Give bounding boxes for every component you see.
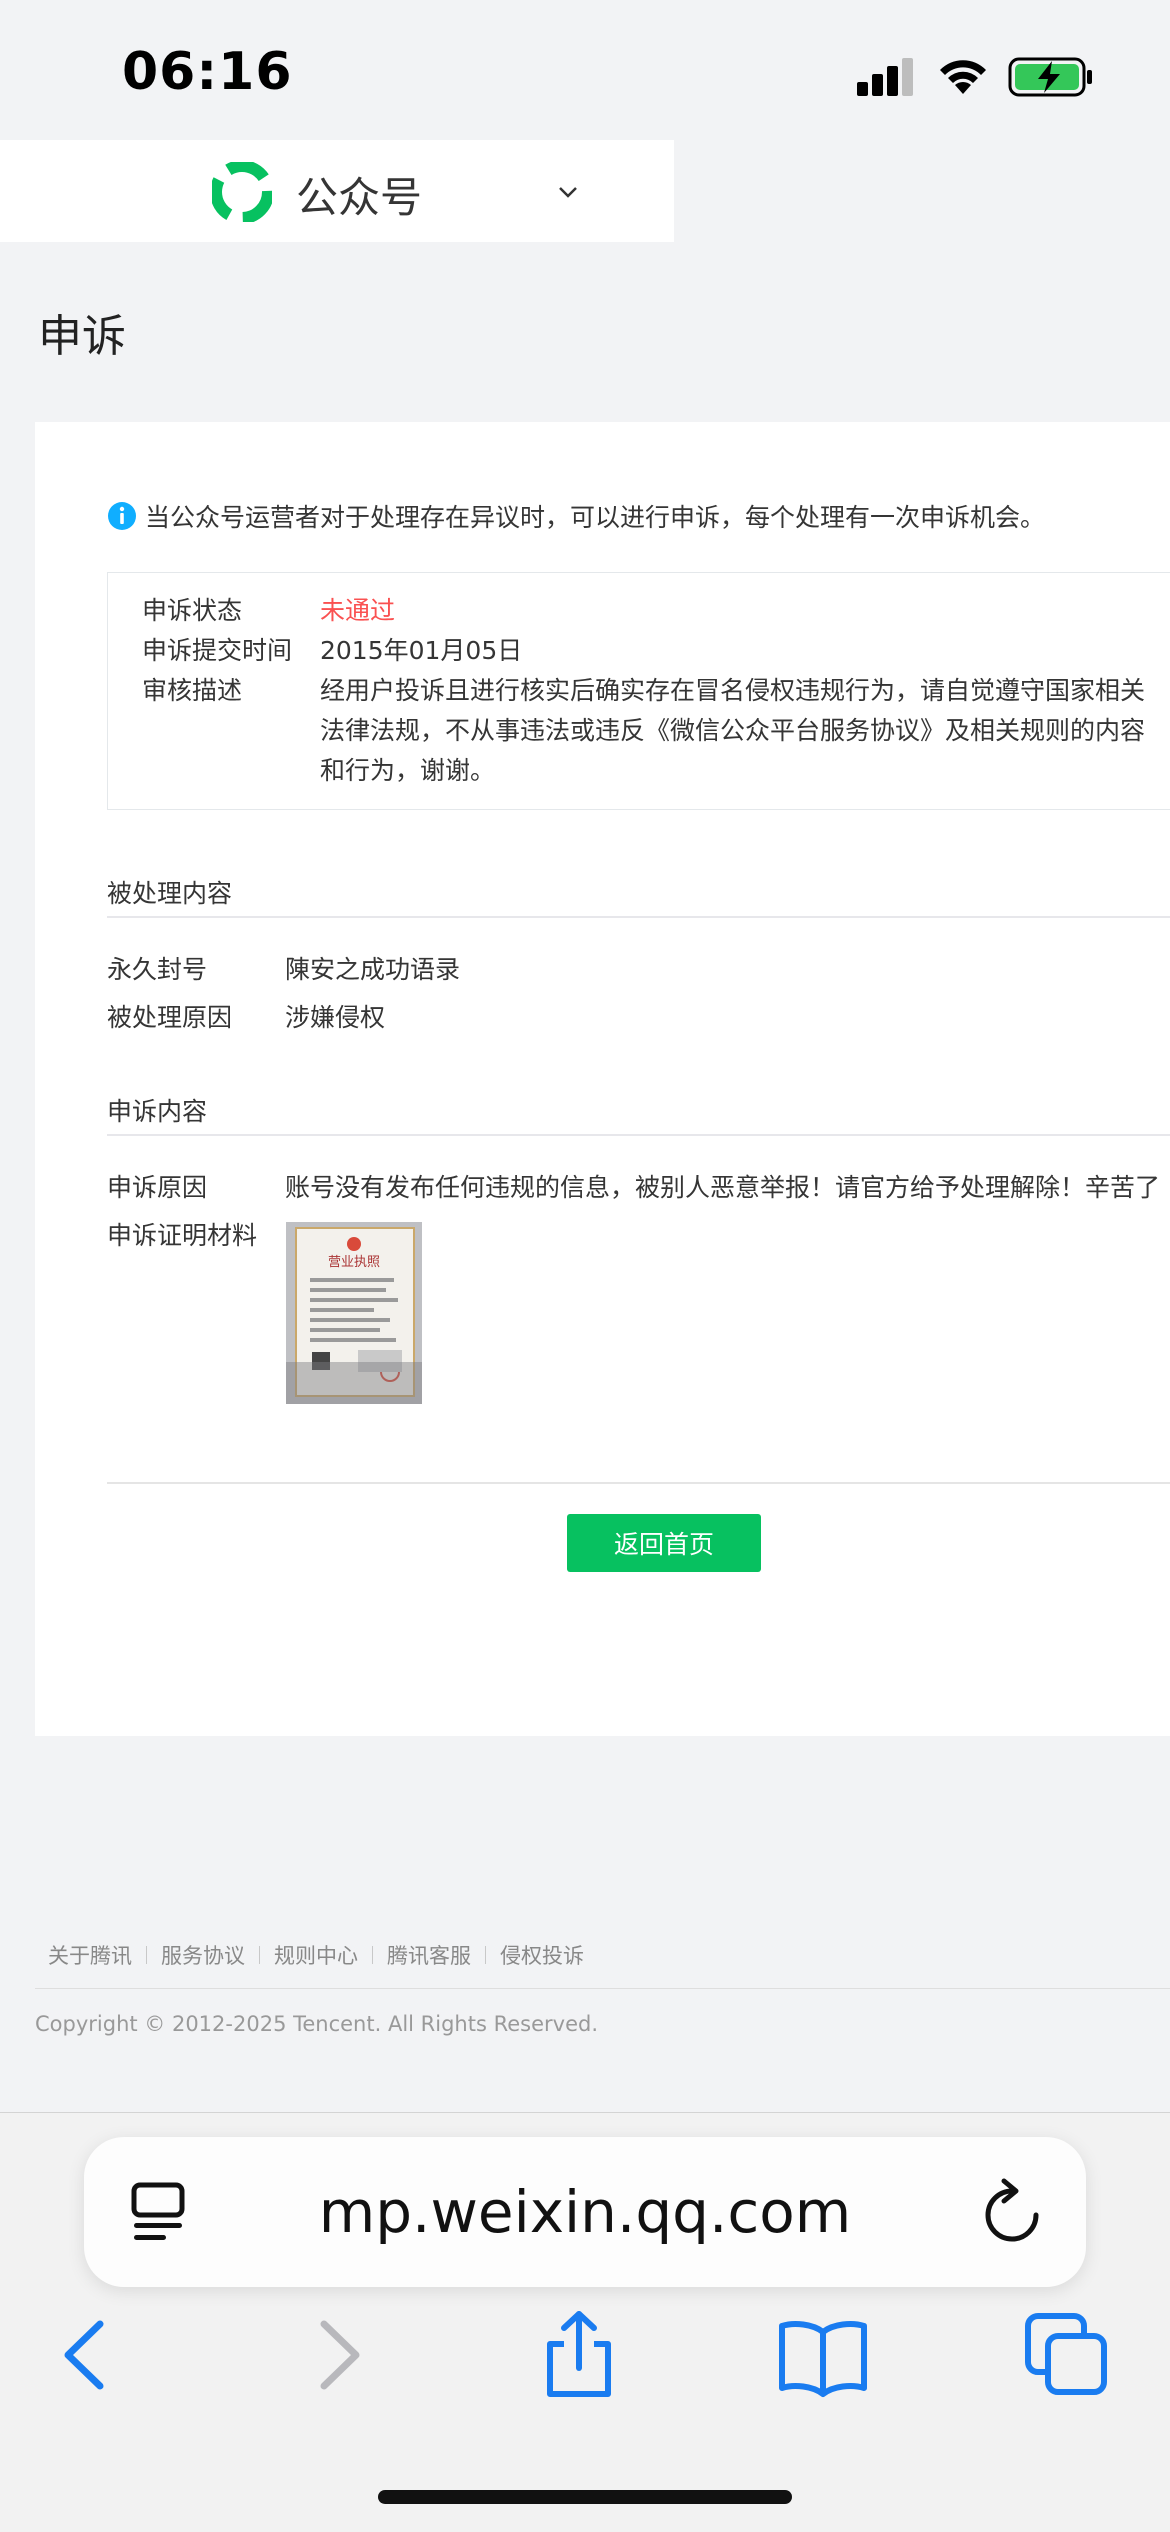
submit-time-label: 申诉提交时间: [142, 636, 293, 665]
footer-link-infringement[interactable]: 侵权投诉: [500, 1940, 584, 1970]
battery-charging-icon: [1008, 57, 1092, 97]
notice-text: 当公众号运营者对于处理存在异议时，可以进行申诉，每个处理有一次申诉机会。: [145, 503, 1046, 532]
bookmarks-icon[interactable]: [778, 2310, 868, 2400]
notice-banner: 当公众号运营者对于处理存在异议时，可以进行申诉，每个处理有一次申诉机会。: [107, 498, 1045, 534]
appeal-section-title: 申诉内容: [107, 1097, 208, 1126]
address-bar[interactable]: mp.weixin.qq.com: [84, 2137, 1086, 2287]
evidence-thumbnail[interactable]: 营业执照: [286, 1222, 422, 1404]
share-icon[interactable]: [534, 2310, 624, 2400]
ban-value: 陳安之成功语录: [285, 955, 461, 984]
ban-label: 永久封号: [107, 955, 208, 984]
processed-reason-label: 被处理原因: [107, 1003, 233, 1032]
review-line-1: 经用户投诉且进行核实后确实存在冒名侵权违规行为，请自觉遵守国家相关: [320, 676, 1146, 705]
back-home-button[interactable]: 返回首页: [567, 1514, 761, 1572]
submit-time-value: 2015年01月05日: [320, 636, 523, 665]
appeal-card: 当公众号运营者对于处理存在异议时，可以进行申诉，每个处理有一次申诉机会。 申诉状…: [35, 422, 1170, 1736]
license-title: 营业执照: [328, 1255, 380, 1270]
review-line-2: 法律法规，不从事违法或违反《微信公众平台服务协议》及相关规则的内容: [320, 716, 1146, 745]
footer-divider: [107, 1482, 1170, 1484]
status-value: 未通过: [320, 596, 396, 625]
url-text[interactable]: mp.weixin.qq.com: [84, 2137, 1086, 2287]
status-label: 申诉状态: [142, 596, 243, 625]
reload-icon[interactable]: [980, 2177, 1044, 2247]
forward-icon[interactable]: [294, 2310, 384, 2400]
wechat-mp-logo-icon[interactable]: [212, 162, 272, 222]
footer-separator: [259, 1946, 260, 1964]
appeal-status-box: 申诉状态 未通过 申诉提交时间 2015年01月05日 审核描述 经用户投诉且进…: [107, 572, 1170, 810]
appeal-reason-value: 账号没有发布任何违规的信息，被别人恶意举报！请官方给予处理解除！辛苦了: [285, 1173, 1161, 1202]
footer-link-agreement[interactable]: 服务协议: [161, 1940, 245, 1970]
footer-separator: [146, 1946, 147, 1964]
status-bar: 06:16: [0, 0, 1170, 140]
mp-header: 公众号: [0, 140, 674, 242]
footer-line: [35, 1988, 1170, 1989]
section-divider: [107, 916, 1170, 918]
processed-section-title: 被处理内容: [107, 879, 233, 908]
back-icon[interactable]: [40, 2310, 130, 2400]
processed-reason-value: 涉嫌侵权: [285, 1003, 386, 1032]
footer-separator: [372, 1946, 373, 1964]
footer-links: 关于腾讯 服务协议 规则中心 腾讯客服 侵权投诉: [48, 1940, 584, 1970]
business-license-image: 营业执照: [286, 1222, 422, 1404]
review-line-3: 和行为，谢谢。: [320, 756, 496, 785]
tabs-icon[interactable]: [1022, 2310, 1112, 2400]
chevron-down-icon[interactable]: [556, 184, 580, 200]
status-time: 06:16: [122, 42, 293, 102]
appeal-reason-label: 申诉原因: [107, 1173, 208, 1202]
wifi-icon: [940, 60, 986, 94]
page-title: 申诉: [38, 311, 126, 362]
section-divider: [107, 1134, 1170, 1136]
evidence-label: 申诉证明材料: [107, 1221, 258, 1250]
footer-link-support[interactable]: 腾讯客服: [387, 1940, 471, 1970]
review-label: 审核描述: [142, 676, 243, 705]
footer-separator: [485, 1946, 486, 1964]
page-menu-icon[interactable]: [128, 2181, 188, 2245]
brand-title[interactable]: 公众号: [296, 164, 422, 225]
cellular-signal-icon: [857, 58, 913, 96]
footer-link-about[interactable]: 关于腾讯: [48, 1940, 132, 1970]
footer-link-rules[interactable]: 规则中心: [274, 1940, 358, 1970]
copyright-text: Copyright © 2012-2025 Tencent. All Right…: [35, 2012, 598, 2036]
home-indicator: [378, 2490, 792, 2504]
info-icon: [108, 502, 136, 530]
